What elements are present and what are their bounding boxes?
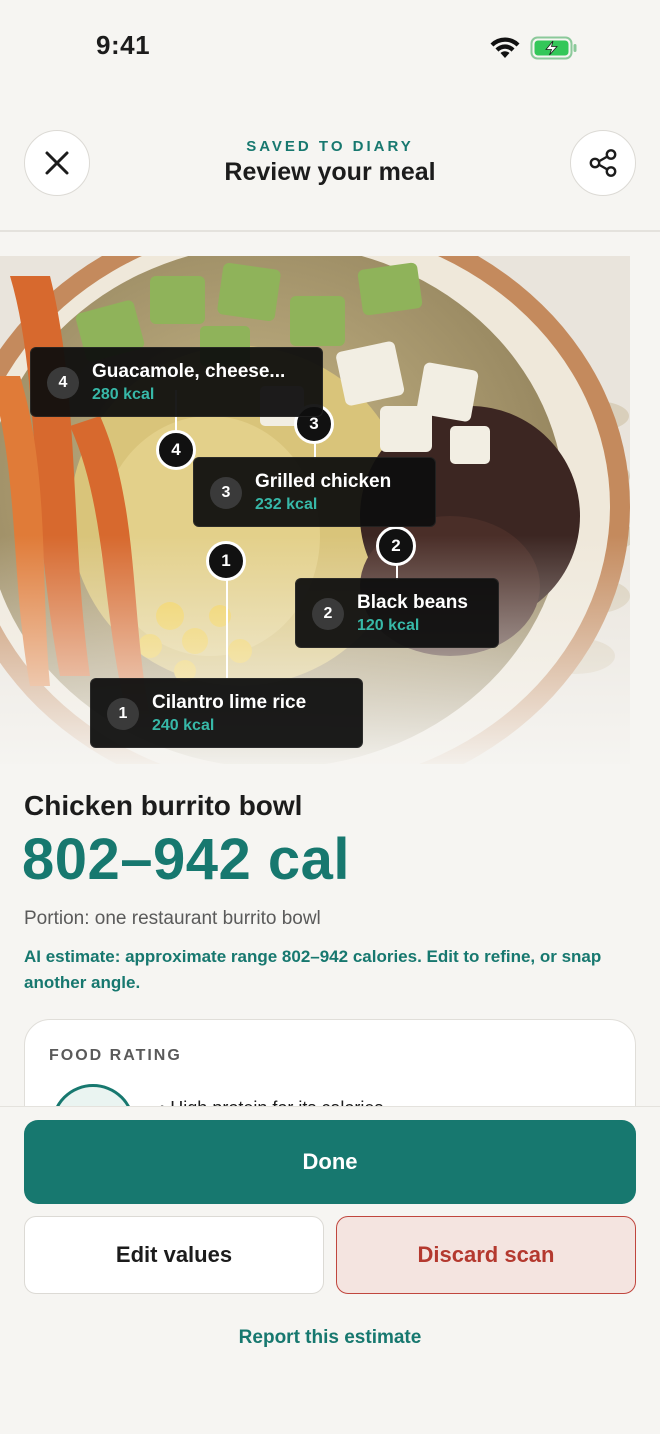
ai-estimate-note: AI estimate: approximate range 802–942 c… [24, 947, 602, 992]
action-sheet: Done Edit values Discard scan Report thi… [0, 1106, 660, 1434]
tag-food-name: Grilled chicken [255, 471, 392, 492]
status-bar: 9:41 [0, 0, 660, 96]
tag-kcal: 232 kcal [255, 496, 318, 513]
tag-number: 1 [107, 698, 139, 730]
status-time: 9:41 [96, 30, 151, 60]
item-marker-4[interactable]: 4 [156, 430, 196, 470]
calorie-range: 802–942 cal [22, 827, 351, 892]
tag-food-name: Cilantro lime rice [152, 692, 307, 713]
discard-scan-button[interactable]: Discard scan [336, 1216, 636, 1294]
food-item-tag-2[interactable]: 2 Black beans 120 kcal [295, 578, 499, 648]
food-item-tag-4[interactable]: 4 Guacamole, cheese... 280 kcal [30, 347, 323, 417]
page-title: Review your meal [224, 158, 436, 186]
header: SAVED TO DIARY Review your meal [0, 120, 660, 232]
food-item-tag-3[interactable]: 3 Grilled chicken 232 kcal [193, 457, 436, 527]
tag-number: 4 [47, 367, 79, 399]
tag-food-name: Black beans [357, 592, 468, 613]
edit-values-button[interactable]: Edit values [24, 1216, 324, 1294]
report-estimate-link[interactable]: Report this estimate [0, 1327, 660, 1349]
tag-kcal: 240 kcal [152, 717, 215, 734]
tag-number: 2 [312, 598, 344, 630]
battery-charging-icon [530, 36, 577, 60]
tag-number: 3 [210, 477, 242, 509]
share-icon [589, 149, 617, 177]
done-button[interactable]: Done [24, 1120, 636, 1204]
meal-name: Chicken burrito bowl [24, 790, 303, 821]
item-marker-2[interactable]: 2 [376, 526, 416, 566]
portion-text: Portion: one restaurant burrito bowl [24, 908, 321, 929]
tag-kcal: 280 kcal [92, 386, 155, 403]
wifi-icon [490, 37, 520, 58]
tag-kcal: 120 kcal [357, 617, 420, 634]
food-rating-label: FOOD RATING [49, 1047, 182, 1064]
share-button[interactable] [570, 130, 636, 196]
tag-food-name: Guacamole, cheese... [92, 361, 286, 382]
food-item-tag-1[interactable]: 1 Cilantro lime rice 240 kcal [90, 678, 363, 748]
meal-photo: 4 3 2 1 4 Guacamole, cheese... 280 kcal … [0, 256, 630, 764]
item-marker-1[interactable]: 1 [206, 541, 246, 581]
saved-status-label: SAVED TO DIARY [246, 138, 414, 155]
